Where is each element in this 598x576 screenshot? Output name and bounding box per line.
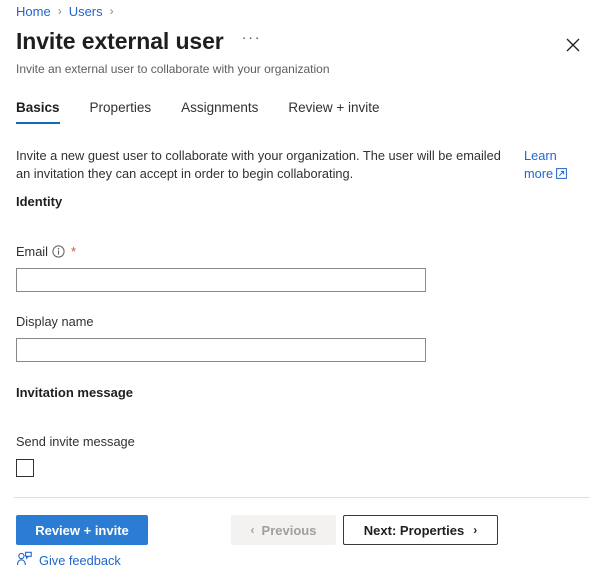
learn-more-link[interactable]: Learn more bbox=[524, 147, 584, 184]
chevron-right-icon: › bbox=[473, 523, 478, 537]
section-heading-invitation-message: Invitation message bbox=[16, 385, 134, 400]
tab-review-invite[interactable]: Review + invite bbox=[288, 100, 379, 124]
next-properties-button[interactable]: Next: Properties › bbox=[343, 515, 498, 545]
display-name-field-label: Display name bbox=[16, 314, 94, 329]
page-title: Invite external user bbox=[16, 28, 224, 54]
close-button[interactable] bbox=[558, 30, 588, 60]
send-invite-message-label: Send invite message bbox=[16, 434, 135, 449]
feedback-person-icon bbox=[16, 551, 32, 570]
title-row: Invite external user ··· bbox=[16, 26, 582, 56]
info-icon[interactable] bbox=[52, 245, 65, 258]
previous-button-label: Previous bbox=[261, 522, 317, 538]
tab-list: Basics Properties Assignments Review + i… bbox=[16, 100, 582, 132]
display-name-input[interactable] bbox=[16, 338, 426, 362]
email-field-label: Email * bbox=[16, 244, 76, 259]
chevron-left-icon: ‹ bbox=[250, 523, 255, 537]
previous-button[interactable]: ‹ Previous bbox=[231, 515, 336, 545]
tab-assignments[interactable]: Assignments bbox=[181, 100, 258, 124]
breadcrumb: Home › Users › bbox=[16, 0, 121, 22]
breadcrumb-item-users[interactable]: Users bbox=[69, 4, 103, 19]
section-heading-identity: Identity bbox=[16, 194, 63, 209]
email-input[interactable] bbox=[16, 268, 426, 292]
page-subtitle: Invite an external user to collaborate w… bbox=[16, 62, 330, 76]
email-label-text: Email bbox=[16, 244, 48, 259]
display-name-label-text: Display name bbox=[16, 314, 94, 329]
close-icon bbox=[566, 38, 580, 52]
tab-basics[interactable]: Basics bbox=[16, 100, 60, 124]
give-feedback-label: Give feedback bbox=[39, 553, 121, 568]
give-feedback-link[interactable]: Give feedback bbox=[16, 551, 121, 570]
breadcrumb-item-home[interactable]: Home bbox=[16, 4, 51, 19]
page-header: Invite external user ··· Invite an exter… bbox=[16, 26, 582, 77]
learn-more-label: Learn more bbox=[524, 148, 557, 181]
intro-text: Invite a new guest user to collaborate w… bbox=[16, 148, 501, 181]
next-button-label: Next: Properties bbox=[363, 522, 465, 538]
chevron-right-icon: › bbox=[109, 4, 114, 18]
chevron-right-icon: › bbox=[57, 4, 62, 18]
review-invite-button[interactable]: Review + invite bbox=[16, 515, 148, 545]
footer-actions: Review + invite ‹ Previous Next: Propert… bbox=[16, 515, 582, 545]
intro-block: Invite a new guest user to collaborate w… bbox=[16, 147, 584, 184]
more-options-button[interactable]: ··· bbox=[240, 29, 264, 53]
tab-properties[interactable]: Properties bbox=[90, 100, 152, 124]
external-link-icon bbox=[556, 166, 568, 184]
footer-divider bbox=[14, 497, 590, 498]
send-invite-message-checkbox[interactable] bbox=[16, 459, 34, 477]
required-marker: * bbox=[71, 244, 77, 259]
